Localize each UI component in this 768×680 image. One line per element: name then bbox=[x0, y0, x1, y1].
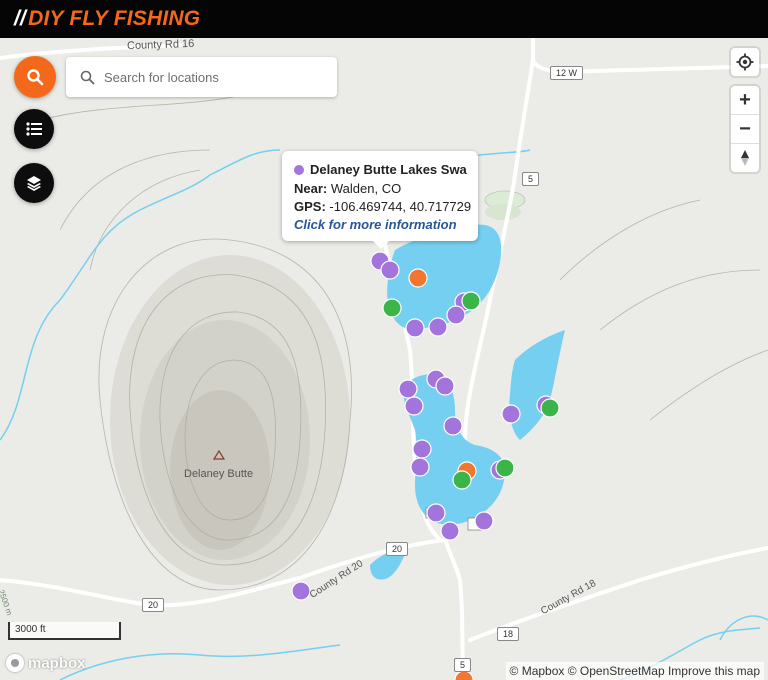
popup-gps-value: -106.469744, 40.717729 bbox=[329, 199, 472, 214]
popup-title: Delaney Butte Lakes Swa bbox=[310, 162, 467, 177]
location-marker-purple[interactable] bbox=[426, 503, 446, 523]
location-marker-purple[interactable] bbox=[446, 305, 466, 325]
brand-slashes: // bbox=[14, 7, 27, 30]
road-shield-20-east: 20 bbox=[386, 542, 409, 556]
search-input[interactable] bbox=[102, 68, 326, 86]
zoom-out-button[interactable]: − bbox=[731, 115, 759, 144]
mapbox-logo-icon bbox=[6, 654, 24, 672]
search-button[interactable] bbox=[14, 56, 56, 98]
zoom-controls: + − bbox=[731, 86, 759, 172]
location-marker-purple[interactable] bbox=[412, 439, 432, 459]
popup-near-value: Walden, CO bbox=[330, 181, 402, 196]
popup-marker-dot bbox=[294, 164, 304, 175]
list-view-button[interactable] bbox=[14, 109, 54, 149]
crosshair-icon bbox=[736, 53, 754, 71]
road-shield-12w: 12 W bbox=[550, 66, 584, 80]
road-shield-5-south: 5 bbox=[454, 658, 472, 672]
road-shield-20-west: 20 bbox=[142, 598, 165, 612]
map-attribution[interactable]: © Mapbox © OpenStreetMap Improve this ma… bbox=[505, 662, 764, 680]
map-canvas[interactable]: County Rd 16 County Rd 20 County Rd 18 D… bbox=[0, 38, 768, 680]
location-popup: Delaney Butte Lakes Swa Near: Walden, CO… bbox=[282, 151, 478, 249]
popup-pointer bbox=[372, 240, 390, 249]
layers-icon bbox=[27, 176, 41, 191]
popup-gps-label: GPS: bbox=[294, 199, 326, 214]
layers-button[interactable] bbox=[14, 163, 54, 203]
popup-near-label: Near: bbox=[294, 181, 328, 196]
mapbox-logo-text: mapbox bbox=[28, 654, 86, 672]
brand-logo[interactable]: //DIY FLY FISHING bbox=[14, 7, 200, 31]
location-marker-purple[interactable] bbox=[435, 376, 455, 396]
location-marker-green[interactable] bbox=[461, 291, 481, 311]
location-marker-orange[interactable] bbox=[408, 268, 428, 288]
location-marker-purple[interactable] bbox=[440, 521, 460, 541]
popup-near-row: Near: Walden, CO bbox=[294, 181, 401, 196]
location-marker-green[interactable] bbox=[495, 458, 515, 478]
popup-more-info-link[interactable]: Click for more information bbox=[294, 217, 457, 232]
zoom-in-button[interactable]: + bbox=[731, 86, 759, 115]
label-county-rd-16: County Rd 16 bbox=[126, 37, 195, 53]
location-marker-purple[interactable] bbox=[501, 404, 521, 424]
scale-bar: 3000 ft bbox=[8, 622, 121, 640]
location-marker-purple[interactable] bbox=[398, 379, 418, 399]
location-marker-purple[interactable] bbox=[474, 511, 494, 531]
locate-me-button[interactable] bbox=[731, 48, 759, 76]
search-icon bbox=[27, 69, 44, 86]
road-shield-18: 18 bbox=[497, 627, 520, 641]
label-delaney-butte: Delaney Butte bbox=[184, 468, 254, 480]
location-marker-purple[interactable] bbox=[404, 396, 424, 416]
popup-gps-row: GPS: -106.469744, 40.717729 bbox=[294, 199, 471, 214]
compass-button[interactable] bbox=[731, 144, 759, 172]
popup-title-row: Delaney Butte Lakes Swa bbox=[294, 162, 467, 177]
search-field-icon bbox=[78, 68, 96, 86]
location-marker-green[interactable] bbox=[540, 398, 560, 418]
location-marker-green[interactable] bbox=[382, 298, 402, 318]
compass-icon bbox=[741, 150, 749, 166]
brand-text: DIY FLY FISHING bbox=[28, 7, 201, 30]
location-marker-purple[interactable] bbox=[405, 318, 425, 338]
location-marker-purple[interactable] bbox=[428, 317, 448, 337]
top-bar: //DIY FLY FISHING bbox=[0, 0, 768, 38]
search-bar bbox=[66, 57, 337, 97]
location-marker-purple[interactable] bbox=[410, 457, 430, 477]
location-marker-purple[interactable] bbox=[380, 260, 400, 280]
mapbox-logo[interactable]: mapbox bbox=[6, 654, 86, 672]
road-shield-5-north: 5 bbox=[522, 172, 540, 186]
location-marker-green[interactable] bbox=[452, 470, 472, 490]
list-icon bbox=[26, 122, 42, 136]
location-marker-purple[interactable] bbox=[443, 416, 463, 436]
